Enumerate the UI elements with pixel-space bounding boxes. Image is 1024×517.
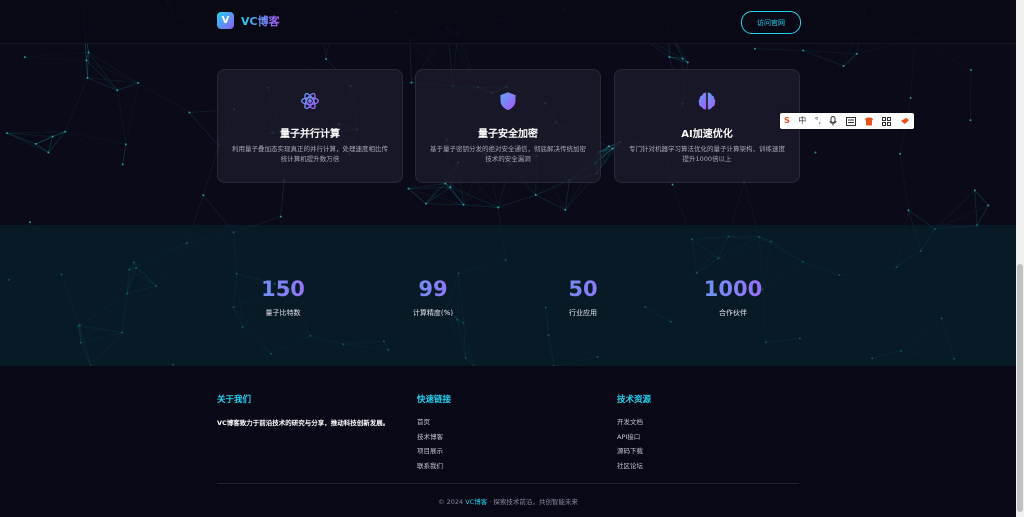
stat-value: 99 <box>373 277 493 301</box>
skin-icon[interactable] <box>864 117 874 126</box>
page-scrollbar-thumb[interactable] <box>1017 264 1023 512</box>
feature-card-ai: AI加速优化 专门针对机器学习算法优化的量子计算架构，训练速度提升1000倍以上 <box>614 69 800 183</box>
footer-heading: 关于我们 <box>217 395 252 405</box>
stat-label: 计算精度(%) <box>412 309 454 317</box>
stat-industries: 50 行业应用 <box>523 277 643 318</box>
grid-icon[interactable] <box>882 116 892 126</box>
stat-value: 1000 <box>673 277 793 301</box>
footer-link-contact[interactable]: 联系我们 <box>417 459 451 474</box>
footer-divider <box>217 483 799 484</box>
mic-icon[interactable] <box>829 116 837 126</box>
footer-link-docs[interactable]: 开发文档 <box>617 415 651 430</box>
ime-mode-button[interactable]: 中 <box>798 113 806 129</box>
card-description: 专门针对机器学习算法优化的量子计算架构，训练速度提升1000倍以上 <box>629 145 785 163</box>
footer-link-blog[interactable]: 技术博客 <box>417 430 451 445</box>
footer-link-forum[interactable]: 社区论坛 <box>617 459 651 474</box>
site-logo[interactable]: V VC博客 <box>217 12 280 29</box>
ime-logo-icon[interactable]: S <box>784 113 790 129</box>
card-title: 量子并行计算 <box>280 129 340 140</box>
feature-card-security: 量子安全加密 基于量子密钥分发的绝对安全通信，彻底解决传统加密技术的安全漏洞 <box>415 69 601 183</box>
keyboard-icon[interactable] <box>845 116 856 126</box>
copyright-suffix: · 探索技术前沿，共创智能未来 <box>487 498 578 506</box>
copyright-brand[interactable]: VC博客 <box>465 498 487 506</box>
footer-about-text: VC博客致力于前沿技术的研究与分享，推动科技创新发展。 <box>217 419 390 427</box>
feature-card-parallel: 量子并行计算 利用量子叠加态实现真正的并行计算，处理速度相比传统计算机提升数万倍 <box>217 69 403 183</box>
site-header: V VC博客 访问官网 <box>0 0 1016 44</box>
card-title: 量子安全加密 <box>478 129 538 140</box>
footer-link-source[interactable]: 源码下载 <box>617 444 651 459</box>
footer-link-projects[interactable]: 项目展示 <box>417 444 451 459</box>
ime-toolbar: S 中 °, <box>780 113 914 129</box>
footer-link-home[interactable]: 首页 <box>417 415 451 430</box>
ime-punctuation-button[interactable]: °, <box>815 113 822 129</box>
footer-about: 关于我们 VC博客致力于前沿技术的研究与分享，推动科技创新发展。 <box>217 393 389 427</box>
card-description: 利用量子叠加态实现真正的并行计算，处理速度相比传统计算机提升数万倍 <box>232 145 388 163</box>
visit-official-site-button[interactable]: 访问官网 <box>741 11 801 34</box>
footer-link-api[interactable]: API接口 <box>617 430 651 445</box>
stat-partners: 1000 合作伙伴 <box>673 277 793 318</box>
stats-section: 150 量子比特数 99 计算精度(%) 50 行业应用 1000 合作伙伴 <box>0 225 1016 366</box>
shield-icon <box>500 92 516 111</box>
card-title: AI加速优化 <box>681 129 733 140</box>
footer-quick-links: 快速链接 首页 技术博客 项目展示 联系我们 <box>417 393 451 473</box>
footer-heading: 快速链接 <box>417 395 452 405</box>
stat-label: 合作伙伴 <box>719 309 747 317</box>
copyright: © 2024 VC博客 · 探索技术前沿，共创智能未来 <box>0 496 1016 506</box>
footer-resources: 技术资源 开发文档 API接口 源码下载 社区论坛 <box>617 393 651 473</box>
copyright-prefix: © 2024 <box>438 498 466 506</box>
stat-label: 行业应用 <box>569 309 597 317</box>
logo-text: VC博客 <box>241 14 280 28</box>
card-description: 基于量子密钥分发的绝对安全通信，彻底解决传统加密技术的安全漏洞 <box>430 145 586 163</box>
stat-qubits: 150 量子比特数 <box>223 277 343 318</box>
site-footer: 关于我们 VC博客致力于前沿技术的研究与分享，推动科技创新发展。 快速链接 首页… <box>0 366 1016 517</box>
stat-precision: 99 计算精度(%) <box>373 277 493 318</box>
stat-value: 50 <box>523 277 643 301</box>
footer-heading: 技术资源 <box>617 395 652 405</box>
atom-icon <box>301 92 319 110</box>
tool-icon[interactable] <box>900 117 910 125</box>
stat-label: 量子比特数 <box>265 309 301 317</box>
brain-icon <box>698 92 716 110</box>
stat-value: 150 <box>223 277 343 301</box>
logo-badge: V <box>217 12 234 29</box>
